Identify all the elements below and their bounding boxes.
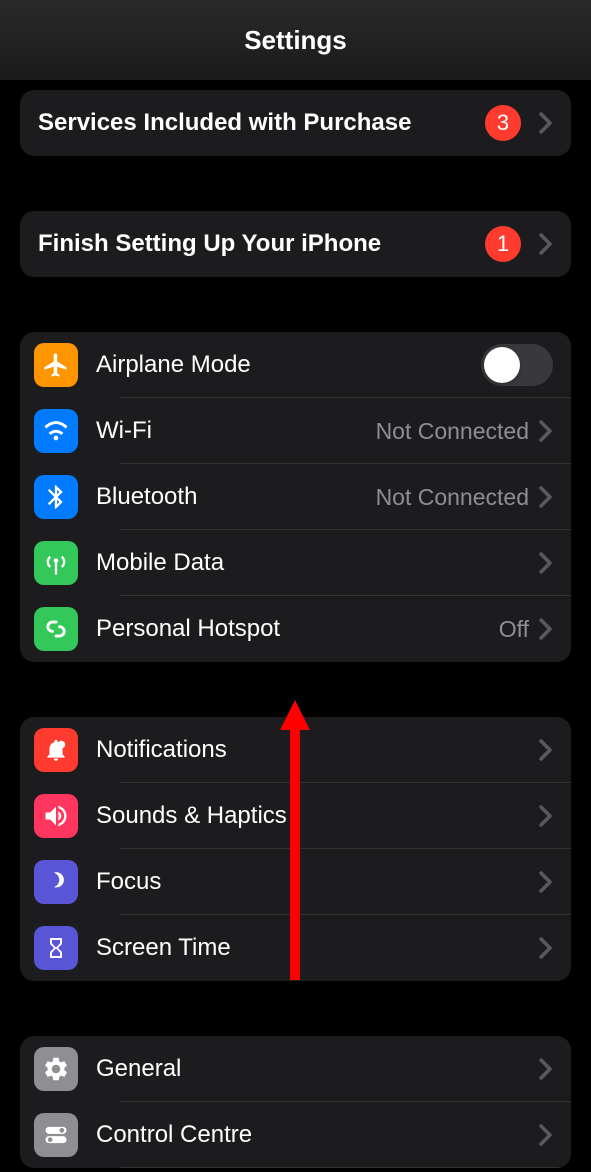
row-sounds-haptics[interactable]: Sounds & Haptics: [20, 783, 571, 849]
section-setup: Finish Setting Up Your iPhone 1: [20, 211, 571, 277]
chevron-right-icon: [539, 420, 553, 442]
row-label: Notifications: [96, 736, 539, 764]
toggles-icon: [34, 1113, 78, 1157]
antenna-icon: [34, 541, 78, 585]
chevron-right-icon: [539, 552, 553, 574]
section-notifications: Notifications Sounds & Haptics Focus: [20, 717, 571, 981]
row-focus[interactable]: Focus: [20, 849, 571, 915]
hourglass-icon: [34, 926, 78, 970]
hotspot-icon: [34, 607, 78, 651]
row-label: General: [96, 1055, 539, 1083]
airplane-mode-toggle[interactable]: [481, 344, 553, 386]
chevron-right-icon: [539, 871, 553, 893]
gear-icon: [34, 1047, 78, 1091]
row-label: Mobile Data: [96, 549, 539, 577]
row-wifi[interactable]: Wi-Fi Not Connected: [20, 398, 571, 464]
settings-header: Settings: [0, 0, 591, 80]
chevron-right-icon: [539, 618, 553, 640]
row-bluetooth[interactable]: Bluetooth Not Connected: [20, 464, 571, 530]
badge-count: 3: [485, 105, 521, 141]
row-general[interactable]: General: [20, 1036, 571, 1102]
moon-icon: [34, 860, 78, 904]
row-value: Off: [499, 616, 529, 643]
section-connectivity: Airplane Mode Wi-Fi Not Connected Blueto…: [20, 332, 571, 662]
chevron-right-icon: [539, 486, 553, 508]
row-label: Personal Hotspot: [96, 615, 499, 643]
row-label: Bluetooth: [96, 483, 376, 511]
wifi-icon: [34, 409, 78, 453]
divider: [120, 1167, 571, 1168]
section-general: General Control Centre: [20, 1036, 571, 1168]
bell-icon: [34, 728, 78, 772]
section-services: Services Included with Purchase 3: [20, 90, 571, 156]
settings-content: Services Included with Purchase 3 Finish…: [0, 90, 591, 1168]
row-personal-hotspot[interactable]: Personal Hotspot Off: [20, 596, 571, 662]
chevron-right-icon: [539, 1058, 553, 1080]
row-services-included[interactable]: Services Included with Purchase 3: [20, 90, 571, 156]
page-title: Settings: [244, 25, 347, 56]
row-control-centre[interactable]: Control Centre: [20, 1102, 571, 1168]
bluetooth-icon: [34, 475, 78, 519]
speaker-icon: [34, 794, 78, 838]
toggle-knob: [484, 347, 520, 383]
chevron-right-icon: [539, 937, 553, 959]
row-screen-time[interactable]: Screen Time: [20, 915, 571, 981]
chevron-right-icon: [539, 805, 553, 827]
row-label: Wi-Fi: [96, 417, 376, 445]
row-label: Sounds & Haptics: [96, 802, 539, 830]
chevron-right-icon: [539, 233, 553, 255]
row-value: Not Connected: [376, 484, 529, 511]
row-mobile-data[interactable]: Mobile Data: [20, 530, 571, 596]
row-label: Airplane Mode: [96, 351, 481, 379]
row-label: Screen Time: [96, 934, 539, 962]
row-label: Finish Setting Up Your iPhone: [38, 230, 485, 258]
chevron-right-icon: [539, 739, 553, 761]
row-finish-setup[interactable]: Finish Setting Up Your iPhone 1: [20, 211, 571, 277]
row-notifications[interactable]: Notifications: [20, 717, 571, 783]
row-value: Not Connected: [376, 418, 529, 445]
airplane-icon: [34, 343, 78, 387]
row-label: Control Centre: [96, 1121, 539, 1149]
chevron-right-icon: [539, 112, 553, 134]
row-label: Services Included with Purchase: [38, 109, 485, 137]
badge-count: 1: [485, 226, 521, 262]
chevron-right-icon: [539, 1124, 553, 1146]
row-airplane-mode[interactable]: Airplane Mode: [20, 332, 571, 398]
row-label: Focus: [96, 868, 539, 896]
